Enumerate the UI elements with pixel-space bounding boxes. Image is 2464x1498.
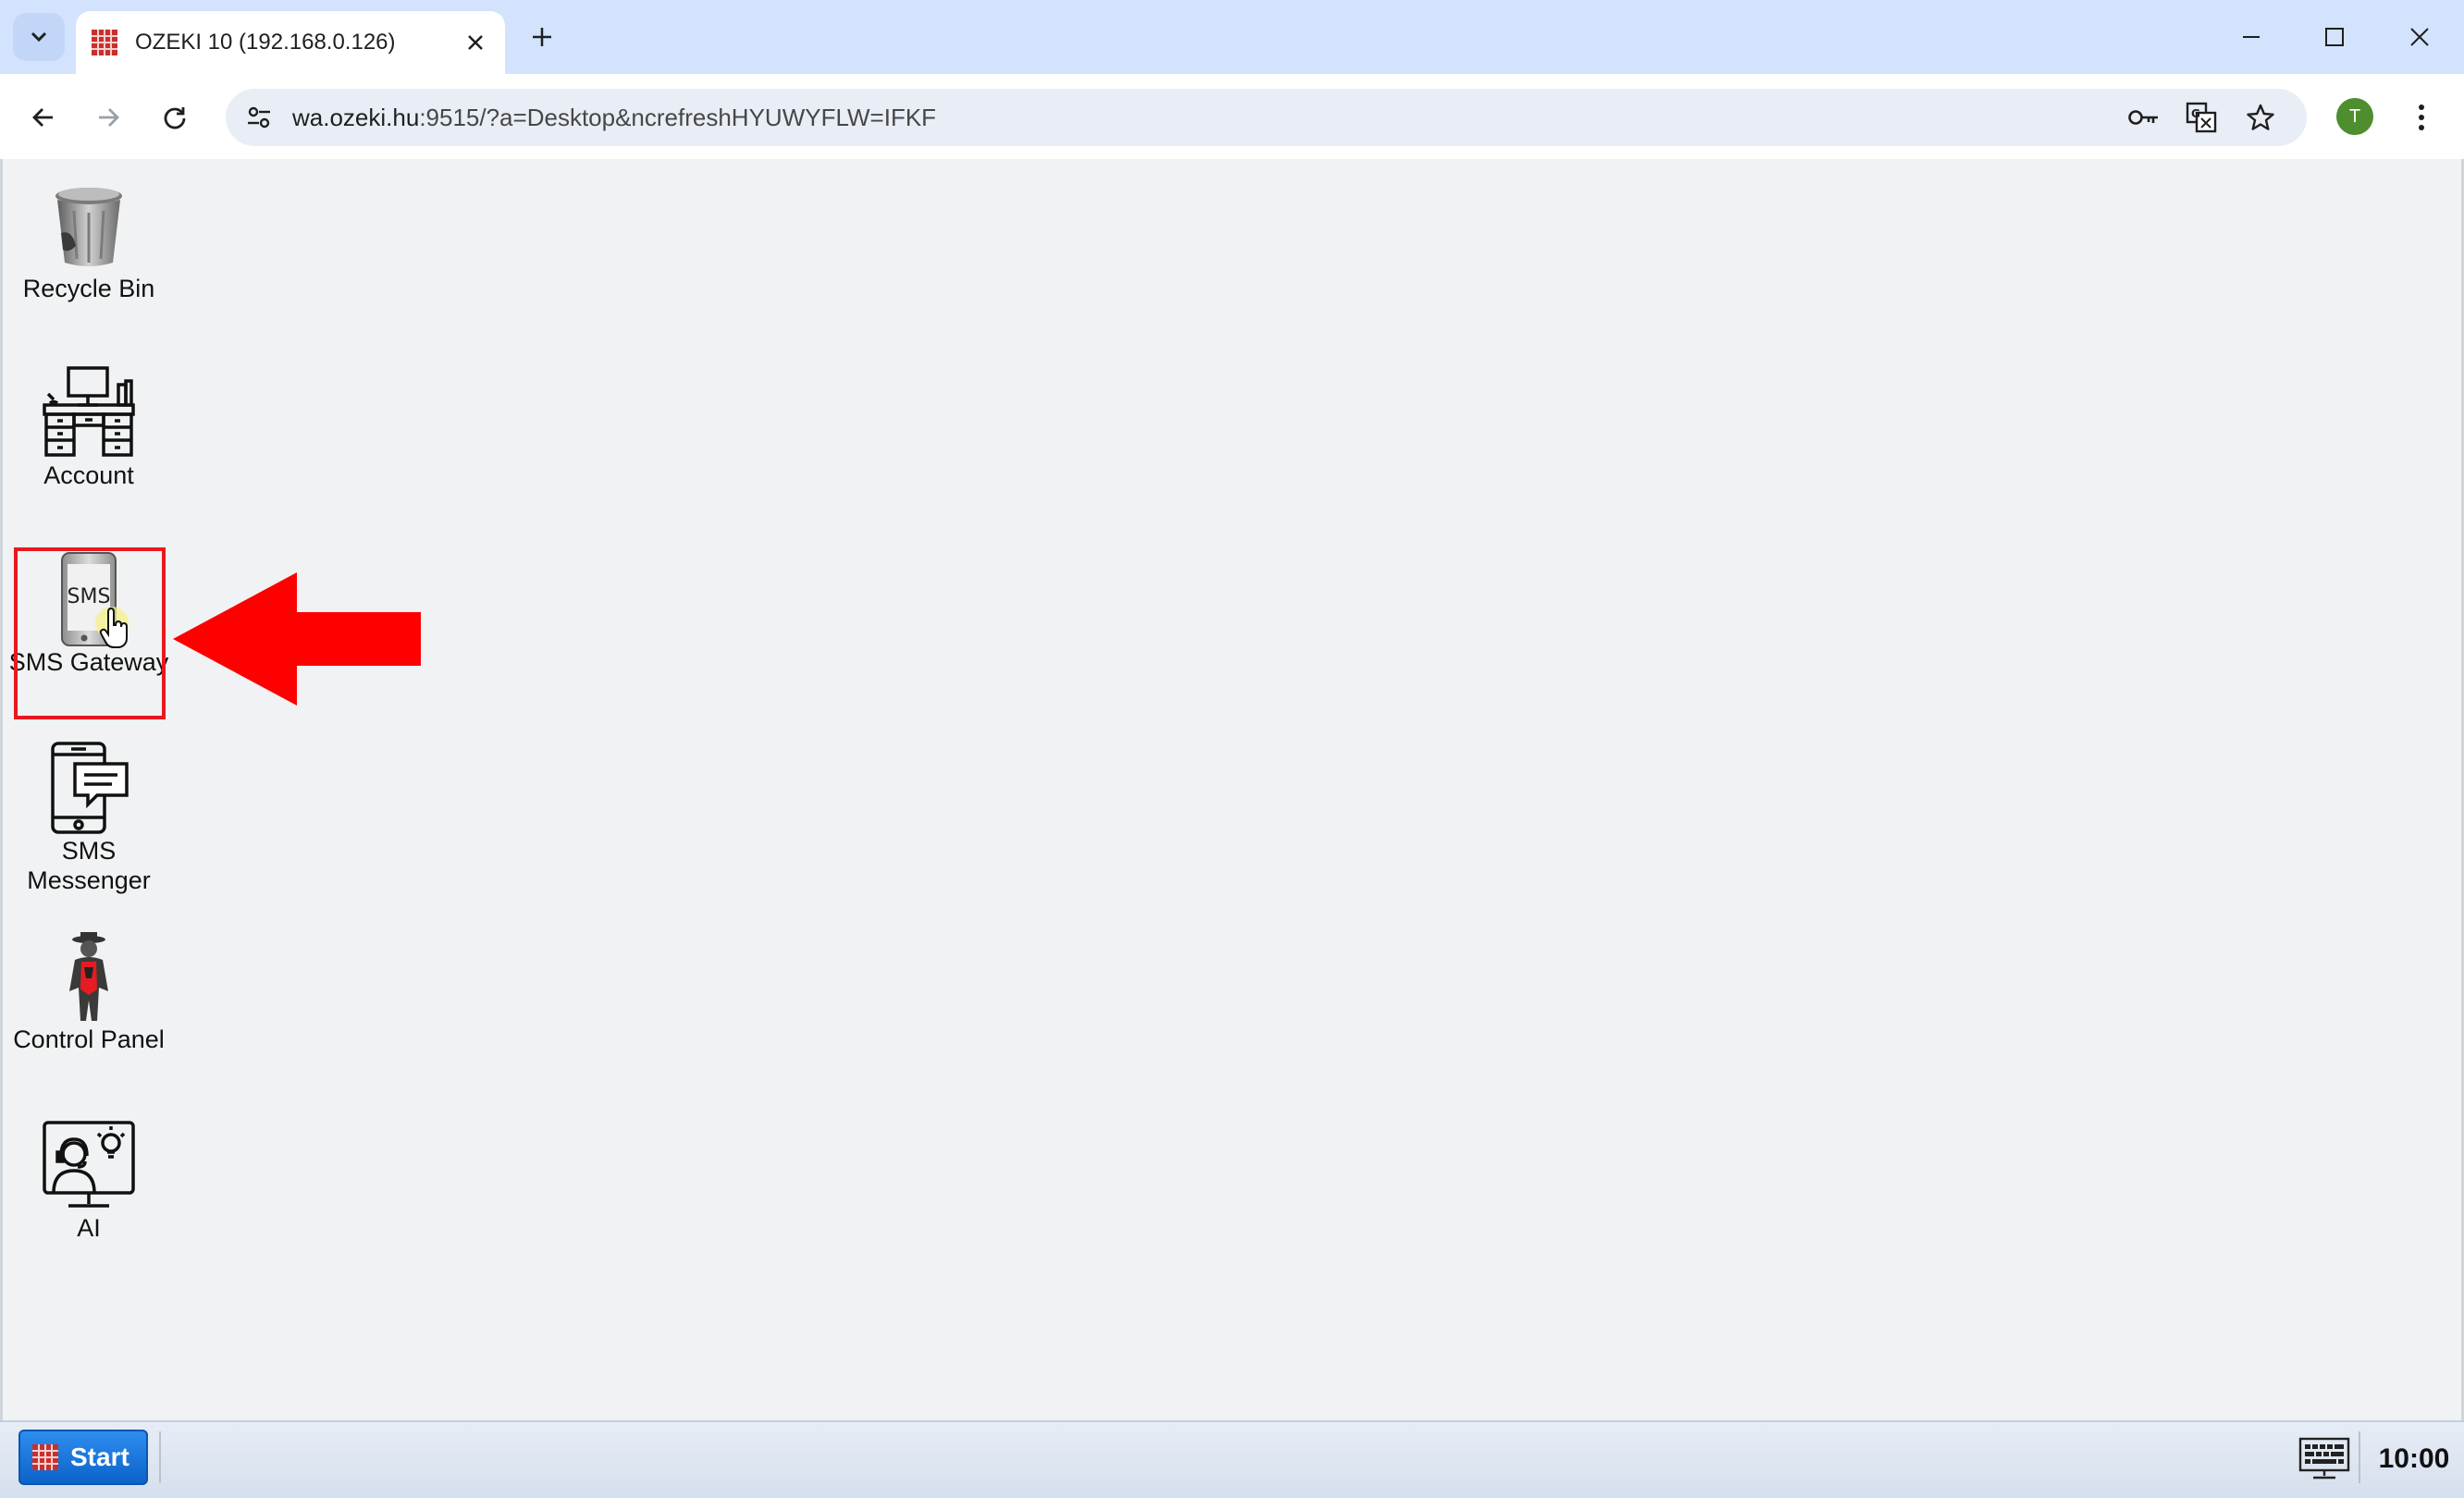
tab-close-button[interactable] — [461, 28, 490, 57]
desktop-icon-recycle-bin[interactable]: Recycle Bin — [4, 178, 174, 303]
ozeki-logo-icon — [32, 1444, 58, 1470]
taskbar-separator — [2359, 1431, 2360, 1483]
tab-title: OZEKI 10 (192.168.0.126) — [135, 30, 396, 55]
translate-icon: G — [2186, 102, 2217, 133]
translate-button[interactable]: G — [2181, 97, 2222, 138]
sms-messenger-icon — [38, 740, 140, 836]
desktop-icon-control-panel[interactable]: Control Panel — [4, 928, 174, 1054]
tune-icon — [248, 106, 270, 129]
desktop-area: Recycle Bin Account SMS SMS Gateway SMS … — [0, 159, 2464, 1420]
close-icon — [468, 35, 483, 50]
chevron-down-icon — [31, 31, 47, 43]
start-button[interactable]: Start — [18, 1430, 148, 1485]
maximize-button[interactable] — [2307, 13, 2362, 61]
start-label: Start — [70, 1443, 129, 1471]
icon-label: AI — [77, 1214, 101, 1242]
new-tab-button[interactable] — [524, 17, 561, 57]
arrow-right-icon — [99, 108, 119, 127]
password-key-button[interactable] — [2124, 97, 2164, 138]
profile-avatar[interactable]: T — [2336, 98, 2373, 135]
minimize-icon — [2243, 36, 2260, 38]
star-icon — [2247, 104, 2274, 130]
more-vertical-icon — [2419, 104, 2424, 130]
icon-label: SMS Messenger — [27, 837, 151, 894]
icon-label: Account — [43, 461, 134, 489]
account-desk-icon — [38, 364, 140, 460]
ai-icon — [38, 1117, 140, 1213]
browser-toolbar: wa.ozeki.hu:9515/?a=Desktop&ncrefreshHYU… — [0, 74, 2464, 159]
taskbar-clock: 10:00 — [2378, 1443, 2450, 1474]
show-desktop-button[interactable] — [2298, 1435, 2351, 1481]
tab-search-button[interactable] — [13, 13, 65, 61]
url-host: wa.ozeki.hu — [292, 104, 420, 131]
icon-label: Recycle Bin — [22, 275, 155, 302]
url-path: :9515/?a=Desktop&ncrefreshHYUWYFLW=IFKF — [419, 104, 937, 131]
key-icon — [2128, 110, 2158, 125]
browser-tab[interactable]: OZEKI 10 (192.168.0.126) — [76, 11, 505, 74]
bookmark-button[interactable] — [2240, 97, 2281, 138]
ozeki-favicon-icon — [92, 30, 117, 55]
control-panel-icon — [38, 928, 140, 1025]
taskbar: Start 10:00 — [0, 1420, 2464, 1498]
desktop-icon-ai[interactable]: AI — [4, 1117, 174, 1243]
desktop-icon-account[interactable]: Account — [4, 364, 174, 490]
red-arrow-annotation — [173, 572, 421, 706]
monitor-keyboard-icon — [2298, 1437, 2350, 1480]
reload-icon — [164, 107, 186, 129]
arrow-left-icon — [32, 108, 53, 127]
desktop-icon-sms-messenger[interactable]: SMS Messenger — [4, 740, 174, 895]
minimize-button[interactable] — [2224, 13, 2279, 61]
close-icon — [2410, 28, 2429, 46]
svg-text:G: G — [2191, 107, 2200, 120]
back-button[interactable] — [20, 94, 67, 141]
highlight-box — [14, 547, 166, 719]
icon-label: Control Panel — [13, 1025, 165, 1053]
taskbar-separator — [159, 1431, 161, 1483]
browser-tabstrip: OZEKI 10 (192.168.0.126) — [0, 0, 2464, 74]
maximize-icon — [2325, 28, 2344, 46]
plus-icon — [533, 28, 551, 46]
site-info-button[interactable] — [237, 95, 281, 140]
forward-button[interactable] — [85, 94, 131, 141]
address-bar[interactable]: wa.ozeki.hu:9515/?a=Desktop&ncrefreshHYU… — [226, 89, 2307, 146]
reload-button[interactable] — [152, 94, 198, 141]
recycle-bin-icon — [38, 178, 140, 274]
url-text[interactable]: wa.ozeki.hu:9515/?a=Desktop&ncrefreshHYU… — [292, 89, 936, 146]
window-close-button[interactable] — [2392, 13, 2447, 61]
browser-menu-button[interactable] — [2403, 94, 2440, 141]
